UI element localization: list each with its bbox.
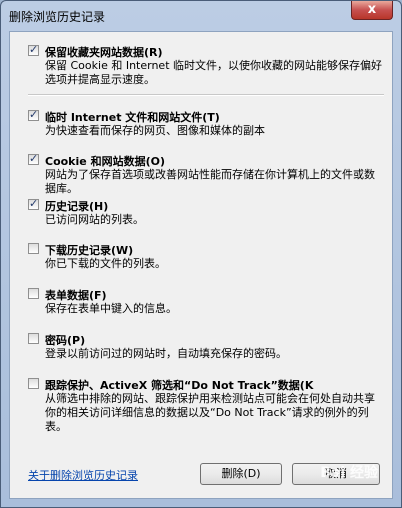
option-description: 为快速查看而保存的网页、图像和媒体的副本 bbox=[45, 124, 265, 137]
check-icon: ✓ bbox=[29, 43, 39, 56]
option-description: 已访问网站的列表。 bbox=[45, 213, 144, 226]
option-title: 历史记录(H) bbox=[45, 200, 109, 213]
option-title: 保留收藏夹网站数据(R) bbox=[45, 46, 163, 59]
checkbox[interactable] bbox=[28, 243, 39, 254]
watermark: Bai 经验 bbox=[320, 465, 378, 481]
dialog-window: 删除浏览历史记录 x ✓ 保留收藏夹网站数据(R) 保留 Cookie 和 In… bbox=[0, 0, 402, 508]
checkbox[interactable]: ✓ bbox=[28, 152, 39, 165]
option-description: 保留 Cookie 和 Internet 临时文件，以使你收藏的网站能够保存偏好… bbox=[45, 59, 382, 86]
checkbox[interactable]: ✓ bbox=[28, 43, 39, 56]
option-description: 网站为了保存首选项或改善网站性能而存储在你计算机上的文件或数据库。 bbox=[45, 168, 375, 195]
check-icon: ✓ bbox=[29, 197, 39, 210]
option-description: 你已下载的文件的列表。 bbox=[45, 257, 166, 270]
check-icon: ✓ bbox=[29, 152, 39, 165]
option-description: 保存在表单中键入的信息。 bbox=[45, 302, 177, 315]
option-title: 跟踪保护、ActiveX 筛选和“Do Not Track”数据(K bbox=[45, 379, 314, 392]
option-description: 登录以前访问过的网站时，自动填充保存的密码。 bbox=[45, 347, 287, 360]
option-title: 密码(P) bbox=[45, 334, 86, 347]
close-button[interactable]: x bbox=[351, 1, 393, 20]
check-icon: ✓ bbox=[29, 108, 39, 121]
option-description: 从筛选中排除的网站、跟踪保护用来检测站点可能会在何处自动共享你的相关访问详细信息… bbox=[45, 392, 375, 433]
checkbox[interactable] bbox=[28, 288, 39, 299]
about-delete-history-link[interactable]: 关于删除浏览历史记录 bbox=[28, 467, 138, 483]
checkbox[interactable]: ✓ bbox=[28, 108, 39, 121]
checkbox[interactable]: ✓ bbox=[28, 197, 39, 210]
close-icon: x bbox=[367, 2, 377, 17]
option-title: 下载历史记录(W) bbox=[45, 244, 134, 257]
option-title: 表单数据(F) bbox=[45, 289, 107, 302]
checkbox[interactable] bbox=[28, 378, 39, 389]
dialog-body: ✓ 保留收藏夹网站数据(R) 保留 Cookie 和 Internet 临时文件… bbox=[9, 31, 393, 499]
delete-button[interactable]: 删除(D) bbox=[200, 463, 282, 485]
option-title: 临时 Internet 文件和网站文件(T) bbox=[45, 111, 220, 124]
title-bar[interactable]: 删除浏览历史记录 x bbox=[1, 1, 401, 31]
separator bbox=[28, 94, 384, 96]
checkbox[interactable] bbox=[28, 333, 39, 344]
window-title: 删除浏览历史记录 bbox=[9, 10, 106, 24]
option-title: Cookie 和网站数据(O) bbox=[45, 155, 165, 168]
